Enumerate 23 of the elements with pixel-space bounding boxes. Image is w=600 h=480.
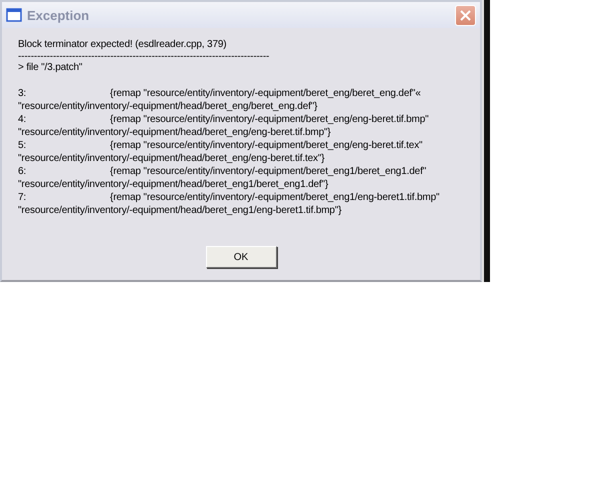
remap-command: {remap "resource/entity/inventory/-equipment/beret_eng/beret_eng.def"«: [110, 87, 421, 100]
remap-command: {remap "resource/entity/inventory/-equipment/beret_eng/eng-beret.tif.tex": [110, 139, 422, 152]
remap-target: "resource/entity/inventory/-equipment/head/beret_eng1/eng-beret1.tif.bmp"}: [18, 204, 342, 217]
line-number: 4:: [18, 113, 28, 126]
remap-target: "resource/entity/inventory/-equipment/head/beret_eng/eng-beret.tif.tex"}: [18, 152, 326, 165]
remap-command: {remap "resource/entity/inventory/-equipment/beret_eng/eng-beret.tif.bmp": [110, 113, 429, 126]
line-number: 5:: [18, 139, 28, 152]
error-message: Block terminator expected! (esdlreader.cpp, 379): [18, 38, 228, 51]
file-line: > file "/3.patch": [18, 61, 84, 74]
line-number: 6:: [18, 165, 28, 178]
separator-text: -------------------------------------------------------------------------------: [18, 53, 270, 61]
close-button[interactable]: [455, 4, 476, 26]
remap-target: "resource/entity/inventory/-equipment/head/beret_eng/eng-beret.tif.bmp"}: [18, 126, 332, 139]
close-icon: [460, 10, 471, 20]
remap-target: "resource/entity/inventory/-equipment/head/beret_eng/beret_eng.def"}: [18, 100, 318, 113]
window-title: Exception: [27, 8, 90, 22]
line-number: 7:: [18, 191, 28, 204]
remap-command: {remap "resource/entity/inventory/-equipment/beret_eng1/eng-beret1.tif.bmp": [110, 191, 440, 204]
window-icon: [6, 8, 22, 22]
remap-target: "resource/entity/inventory/-equipment/head/beret_eng1/beret_eng1.def"}: [18, 178, 330, 191]
ok-button[interactable]: OK: [206, 246, 276, 268]
remap-command: {remap "resource/entity/inventory/-equipment/beret_eng1/beret_eng1.def": [110, 165, 426, 178]
line-number: 3:: [18, 87, 28, 100]
